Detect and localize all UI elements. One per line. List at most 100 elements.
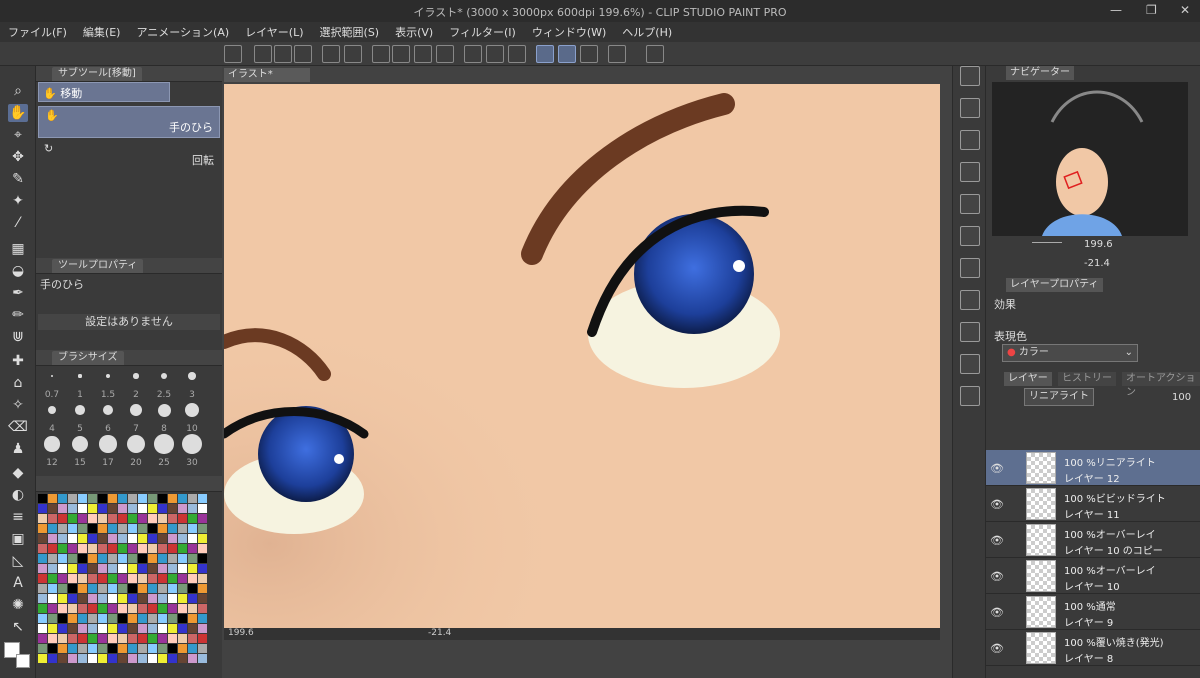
color-swatch[interactable] (138, 554, 147, 563)
color-swatch[interactable] (48, 584, 57, 593)
color-swatch[interactable] (88, 604, 97, 613)
color-swatch[interactable] (138, 644, 147, 653)
table-icon[interactable] (960, 354, 980, 374)
color-swatch[interactable] (148, 554, 157, 563)
expression-color-dropdown[interactable]: ● カラー ⌄ (1002, 344, 1138, 362)
edit-icon[interactable] (960, 322, 980, 342)
decoration-icon[interactable]: ✚ (8, 352, 28, 370)
lines-icon[interactable]: ≡ (8, 508, 28, 526)
color-swatch[interactable] (158, 654, 167, 663)
color-swatch[interactable] (168, 524, 177, 533)
color-swatch[interactable] (78, 524, 87, 533)
color-swatch[interactable] (48, 544, 57, 553)
color-swatch[interactable] (148, 594, 157, 603)
color-swatch[interactable] (108, 574, 117, 583)
color-swatch[interactable] (98, 554, 107, 563)
color-swatch[interactable] (68, 654, 77, 663)
ruler-icon[interactable]: ◺ (8, 552, 28, 570)
color-swatch[interactable] (128, 624, 137, 633)
color-swatch[interactable] (58, 604, 67, 613)
color-swatch[interactable] (198, 494, 207, 503)
color-swatch[interactable] (98, 634, 107, 643)
color-swatch[interactable] (138, 584, 147, 593)
color-swatch[interactable] (88, 594, 97, 603)
color-swatch[interactable] (178, 594, 187, 603)
color-swatch[interactable] (88, 494, 97, 503)
color-swatch[interactable] (78, 624, 87, 633)
color-swatch[interactable] (178, 514, 187, 523)
subtool-tab[interactable]: サブツール[移動] (52, 67, 142, 81)
color-swatch[interactable] (128, 494, 137, 503)
color-swatch[interactable] (58, 494, 67, 503)
airbrush-icon[interactable]: ◒ (8, 262, 28, 280)
color-swatch[interactable] (78, 554, 87, 563)
color-swatch[interactable] (188, 574, 197, 583)
color-swatch[interactable] (98, 594, 107, 603)
undo-icon[interactable] (322, 45, 340, 63)
color-swatch[interactable] (128, 634, 137, 643)
color-swatch[interactable] (38, 604, 47, 613)
menu-animation[interactable]: アニメーション(A) (136, 24, 229, 40)
color-swatch[interactable] (108, 594, 117, 603)
color-swatch[interactable] (98, 624, 107, 633)
color-swatch[interactable] (78, 544, 87, 553)
figure-icon[interactable]: ⌂ (8, 374, 28, 392)
color-swatch[interactable] (168, 574, 177, 583)
color-swatch[interactable] (148, 494, 157, 503)
color-swatch[interactable] (198, 534, 207, 543)
opacity-value[interactable]: 100 (1172, 392, 1191, 403)
color-swatch[interactable] (98, 574, 107, 583)
color-swatch[interactable] (48, 644, 57, 653)
brush-size-dot[interactable] (130, 404, 142, 416)
color-swatch[interactable] (198, 554, 207, 563)
color-swatch[interactable] (88, 624, 97, 633)
color-swatch[interactable] (88, 524, 97, 533)
color-swatch[interactable] (38, 584, 47, 593)
color-swatch[interactable] (58, 514, 67, 523)
color-swatch[interactable] (148, 524, 157, 533)
color-swatch[interactable] (108, 614, 117, 623)
menu-layer[interactable]: レイヤー(L) (245, 24, 303, 40)
minimize-button[interactable]: — (1110, 3, 1122, 17)
color-swatch[interactable] (118, 574, 127, 583)
color-swatch[interactable] (98, 614, 107, 623)
color-swatch[interactable] (178, 614, 187, 623)
color-swatch[interactable] (118, 594, 127, 603)
brush-size-dot[interactable] (78, 374, 82, 378)
menu-file[interactable]: ファイル(F) (8, 24, 67, 40)
color-swatch[interactable] (148, 584, 157, 593)
color-swatch[interactable] (158, 604, 167, 613)
color-swatch[interactable] (178, 504, 187, 513)
brush-size-dot[interactable] (105, 373, 111, 379)
color-swatch[interactable] (88, 564, 97, 573)
color-swatch[interactable] (188, 544, 197, 553)
document-tab[interactable]: イラスト* (224, 68, 310, 82)
color-swatch[interactable] (118, 564, 127, 573)
brush-size-dot[interactable] (75, 405, 85, 415)
color-swatch[interactable] (168, 624, 177, 633)
color-swatch[interactable] (168, 514, 177, 523)
color-swatch[interactable] (98, 584, 107, 593)
color-swatch[interactable] (198, 504, 207, 513)
zoom-tool-icon[interactable]: ⌕ (8, 82, 28, 100)
menu-filter[interactable]: フィルター(I) (449, 24, 516, 40)
color-swatch[interactable] (58, 554, 67, 563)
color-swatch[interactable] (88, 514, 97, 523)
tool-property-tab[interactable]: ツールプロパティ (52, 259, 144, 273)
color-swatch[interactable] (88, 644, 97, 653)
color-swatch[interactable] (108, 644, 117, 653)
tab-history[interactable]: ヒストリー (1058, 372, 1116, 386)
color-swatch[interactable] (78, 584, 87, 593)
color-swatch[interactable] (78, 634, 87, 643)
color-swatch[interactable] (138, 504, 147, 513)
color-swatch[interactable] (128, 544, 137, 553)
color-swatch[interactable] (158, 524, 167, 533)
visibility-eye-icon[interactable]: 👁 (990, 570, 1004, 583)
selection-border-icon[interactable] (508, 45, 526, 63)
layer-row[interactable]: 👁 100 %通常 レイヤー 9 (986, 594, 1200, 630)
color-swatch[interactable] (158, 504, 167, 513)
color-swatch[interactable] (198, 614, 207, 623)
open-file-icon[interactable] (274, 45, 292, 63)
color-swatch[interactable] (68, 624, 77, 633)
color-swatch[interactable] (98, 494, 107, 503)
